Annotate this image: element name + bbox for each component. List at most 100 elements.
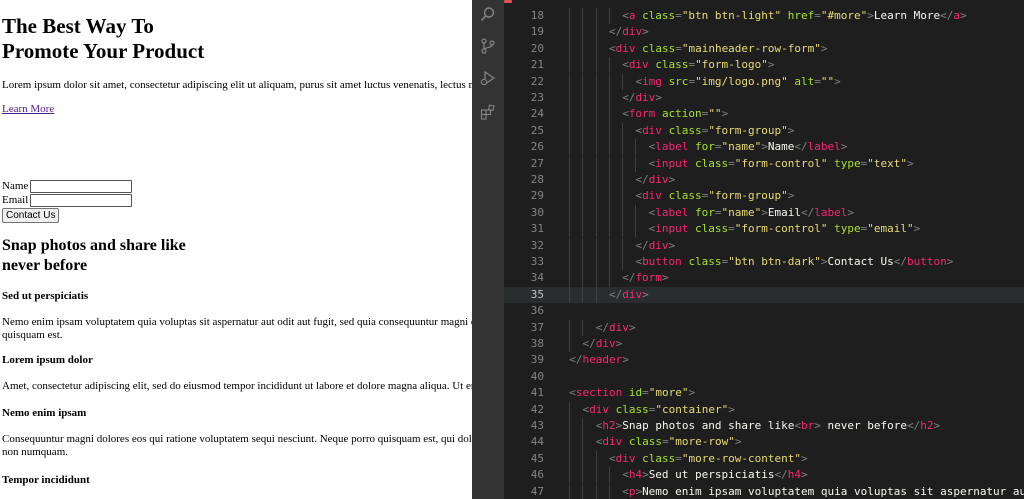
name-input[interactable] (30, 179, 133, 193)
code-token: = (728, 156, 735, 170)
code-line[interactable]: 40 (504, 369, 1024, 385)
code-token: = (814, 8, 821, 22)
code-line[interactable]: 43 <h2>Snap photos and share like<br> nev… (504, 417, 1024, 435)
code-line[interactable]: 33 <button class="btn btn-dark">Contact U… (504, 253, 1024, 271)
contact-us-button[interactable]: Contact Us (2, 208, 60, 223)
line-number: 27 (530, 156, 544, 170)
indent-guide (608, 237, 610, 254)
code-line[interactable]: 44 <div class="more-row"> (504, 434, 1024, 451)
code-line[interactable]: 26 <label for="name">Name</label> (504, 139, 1024, 156)
code-token: "btn btn-dark" (728, 254, 821, 268)
code-line[interactable]: 21 <div class="form-logo"> (504, 57, 1024, 74)
code-line[interactable]: 27 <input class="form-control" type="text… (504, 155, 1024, 172)
indent-guide (595, 237, 597, 254)
code-line[interactable]: 30 <label for="name">Email</label> (504, 204, 1024, 222)
code-token: < (608, 451, 616, 465)
code-token: class (655, 58, 689, 72)
indent-guide (582, 434, 584, 451)
indent-guide (595, 24, 597, 41)
learn-more-link[interactable]: Learn More (2, 102, 54, 116)
code-token: > (615, 336, 623, 350)
code-token: > (721, 107, 729, 121)
code-line[interactable]: 36 (504, 303, 1024, 319)
code-token: < (622, 58, 629, 72)
email-input[interactable] (30, 193, 133, 207)
code-line[interactable]: 24 <form action=""> (504, 106, 1024, 123)
indent-guide (582, 24, 584, 41)
code-token: > (820, 254, 828, 268)
code-line[interactable]: 18 <a class="btn btn-light" href="#more">… (504, 7, 1024, 25)
code-token: Sed ut perspiciatis (648, 468, 775, 482)
line-number: 40 (530, 369, 544, 383)
code-line[interactable]: 29 <div class="form-group"> (504, 188, 1024, 205)
code-line[interactable]: 19 </div> (504, 24, 1024, 41)
code-token: "" (820, 74, 835, 88)
indent-guide (622, 204, 624, 222)
code-line[interactable]: 41 <section id="more"> (504, 385, 1024, 401)
code-line[interactable]: 23 </div> (504, 89, 1024, 107)
indent-guide (569, 253, 571, 271)
indent-guide (582, 40, 584, 58)
line-number: 41 (530, 386, 544, 400)
code-line[interactable]: 25 <div class="form-group"> (504, 122, 1024, 140)
section-title-line-1: Snap photos and share like (2, 237, 186, 254)
line-number: 42 (530, 402, 544, 416)
code-line[interactable]: 45 <div class="more-row-content"> (504, 450, 1024, 468)
code-line[interactable]: 28 </div> (504, 171, 1024, 189)
item-text-line: Nemo enim ipsam voluptatem quia voluptas… (2, 316, 472, 328)
code-token: </ (940, 8, 954, 22)
indent-guide (608, 204, 610, 222)
code-line[interactable]: 46 <h4>Sed ut perspiciatis</h4> (504, 467, 1024, 484)
indent-guide (595, 467, 597, 484)
indent-guide (569, 434, 571, 451)
code-token: h4 (628, 468, 643, 482)
code-token: div (615, 41, 636, 55)
code-token: br (801, 418, 815, 432)
indent-guide (582, 73, 584, 90)
code-line[interactable]: 34 </form> (504, 270, 1024, 287)
item-heading: Sed ut perspiciatis (2, 290, 89, 302)
code-token: < (608, 41, 616, 55)
code-line[interactable]: 32 </div> (504, 237, 1024, 254)
item-text-line: Consequuntur magni dolores eos qui ratio… (2, 433, 472, 445)
code-token: "btn btn-light" (681, 8, 782, 22)
indent-guide (582, 171, 584, 189)
indent-guide (569, 89, 571, 107)
code-line[interactable]: 47 <p>Nemo enim ipsam voluptatem quia vol… (504, 483, 1024, 499)
code-token: </ (569, 353, 583, 367)
code-line[interactable]: 37 </div> (504, 319, 1024, 336)
indent-guide (582, 139, 584, 156)
code-token: a (953, 8, 960, 22)
code-line[interactable]: 35 </div> (504, 286, 1024, 304)
code-text: <img src="img/logo.png" alt=""> (635, 74, 840, 90)
line-number: 29 (530, 189, 544, 203)
line-number: 26 (530, 140, 544, 154)
indent-guide (582, 253, 584, 271)
run-debug-icon[interactable] (480, 70, 496, 86)
code-line[interactable]: 42 <div class="container"> (504, 401, 1024, 418)
item-heading: Nemo enim ipsam (2, 407, 87, 419)
code-token: div (602, 435, 623, 449)
code-token: div (648, 172, 669, 186)
code-token: > (688, 386, 696, 400)
source-control-icon[interactable] (480, 38, 496, 54)
code-line[interactable]: 20 <div class="mainheader-row-form"> (504, 40, 1024, 58)
code-token: </ (582, 336, 596, 350)
code-line[interactable]: 22 <img src="img/logo.png" alt=""> (504, 73, 1024, 90)
extensions-icon[interactable] (480, 104, 496, 120)
line-number: 35 (530, 287, 544, 301)
line-number: 33 (530, 254, 544, 268)
indent-guide (622, 237, 624, 254)
code-token: class (642, 8, 676, 22)
indent-guide (582, 270, 584, 287)
indent-guide (635, 155, 637, 172)
form-group-name: Name (2, 179, 133, 193)
code-token: class (668, 123, 702, 137)
indent-guide (582, 204, 584, 222)
code-line[interactable]: 38 </div> (504, 335, 1024, 353)
code-line[interactable]: 39 </header> (504, 352, 1024, 368)
code-line[interactable]: 31 <input class="form-control" type="emai… (504, 221, 1024, 238)
code-token: label (814, 205, 848, 219)
search-icon[interactable] (480, 6, 496, 22)
code-area[interactable]: 18 <a class="btn btn-light" href="#more">… (504, 0, 1024, 499)
